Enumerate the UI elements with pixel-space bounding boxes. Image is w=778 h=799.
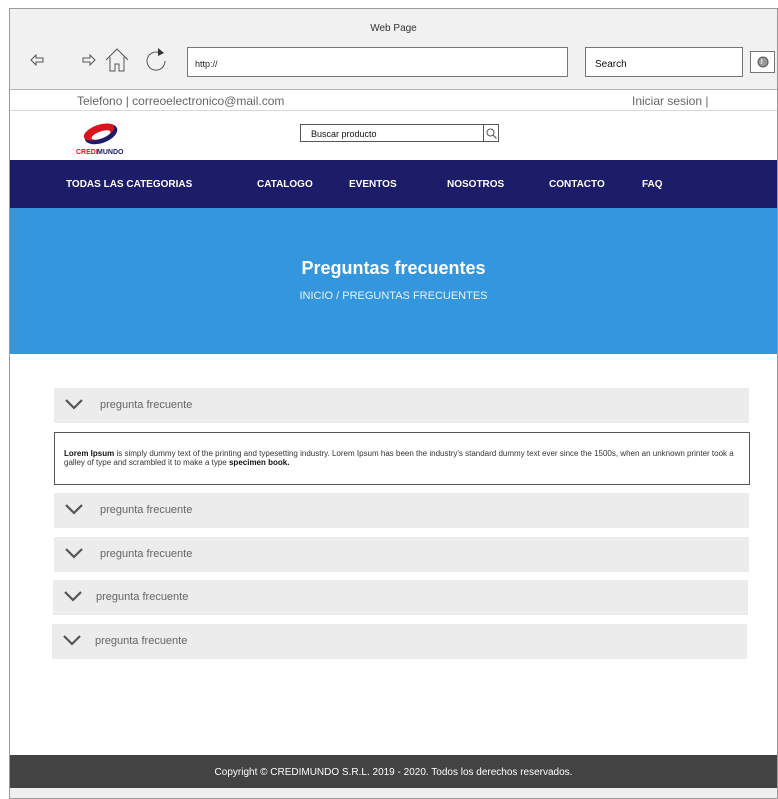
faq-question: pregunta frecuente	[100, 548, 193, 560]
footer: Copyright © CREDIMUNDO S.R.L. 2019 - 202…	[10, 755, 777, 788]
chevron-down-icon	[64, 591, 82, 602]
breadcrumb[interactable]: INICIO / PREGUNTAS FRECUENTES	[10, 290, 777, 302]
answer-text: is simply dummy text of the printing and…	[64, 449, 734, 467]
faq-item-5[interactable]: pregunta frecuente	[52, 624, 747, 659]
window-title: Web Page	[370, 23, 417, 34]
faq-question: pregunta frecuente	[95, 635, 188, 647]
faq-answer: Lorem Ipsum is simply dummy text of the …	[54, 432, 750, 485]
faq-item-4[interactable]: pregunta frecuente	[53, 580, 748, 615]
back-arrow-icon[interactable]	[26, 45, 48, 75]
product-search-input[interactable]: Buscar producto	[300, 124, 499, 142]
contact-info: Telefono | correoelectronico@mail.com	[77, 94, 285, 108]
top-info-bar: Telefono | correoelectronico@mail.com In…	[10, 91, 777, 111]
address-bar[interactable]: http://	[187, 47, 568, 77]
magnifier-icon[interactable]	[483, 125, 498, 141]
faq-item-2[interactable]: pregunta frecuente	[54, 493, 749, 528]
faq-question: pregunta frecuente	[100, 504, 193, 516]
chevron-down-icon	[65, 399, 83, 410]
faq-item-3[interactable]: pregunta frecuente	[54, 537, 749, 572]
answer-strong-start: Lorem Ipsum	[64, 449, 115, 458]
nav-item-eventos[interactable]: EVENTOS	[349, 179, 397, 190]
login-link[interactable]: Iniciar sesion |	[632, 94, 708, 108]
answer-strong-end: specimen book.	[228, 458, 290, 467]
bottom-strip	[10, 788, 777, 798]
forward-arrow-icon[interactable]	[78, 45, 100, 75]
nav-item-todas-categorias[interactable]: TODAS LAS CATEGORIAS	[66, 179, 192, 190]
svg-text:CREDI: CREDI	[76, 149, 98, 156]
nav-item-nosotros[interactable]: NOSOTROS	[447, 179, 504, 190]
faq-question: pregunta frecuente	[96, 591, 189, 603]
nav-item-faq[interactable]: FAQ	[642, 179, 663, 190]
hero-banner: Preguntas frecuentes INICIO / PREGUNTAS …	[10, 208, 777, 354]
chevron-down-icon	[63, 635, 81, 646]
reload-icon[interactable]	[144, 45, 170, 75]
main-navigation: TODAS LAS CATEGORIAS CATALOGO EVENTOS NO…	[10, 160, 777, 208]
chevron-down-icon	[65, 504, 83, 515]
faq-item-1[interactable]: pregunta frecuente	[54, 388, 749, 423]
browser-toolbar: Web Page http:// Search	[10, 9, 777, 90]
home-icon[interactable]	[103, 45, 131, 75]
credimundo-logo[interactable]: CREDI MUNDO	[75, 118, 135, 158]
globe-icon[interactable]	[750, 51, 775, 73]
svg-text:MUNDO: MUNDO	[97, 149, 124, 156]
chevron-down-icon	[65, 548, 83, 559]
page-title: Preguntas frecuentes	[301, 258, 486, 278]
faq-question: pregunta frecuente	[100, 399, 193, 411]
browser-search-input[interactable]: Search	[585, 47, 743, 77]
copyright-text: Copyright © CREDIMUNDO S.R.L. 2019 - 202…	[214, 767, 573, 778]
nav-item-catalogo[interactable]: CATALOGO	[257, 179, 313, 190]
nav-item-contacto[interactable]: CONTACTO	[549, 179, 605, 190]
browser-window: Web Page http:// Search Telefono | corre…	[9, 8, 778, 799]
